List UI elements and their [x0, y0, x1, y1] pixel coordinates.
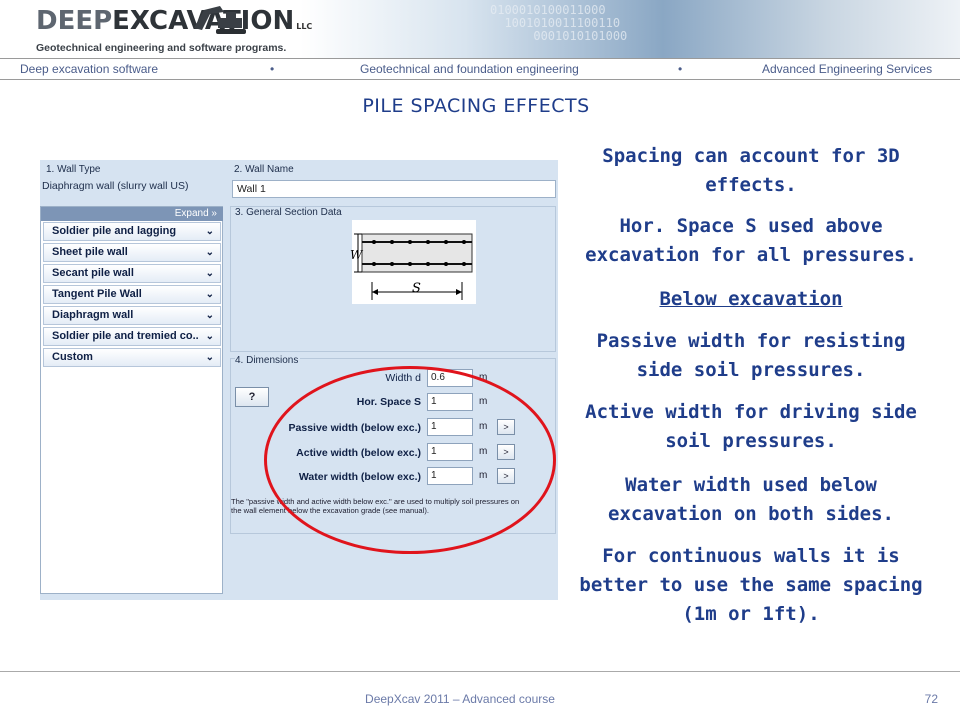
logo-llc-text: LLC	[296, 22, 313, 31]
nav-link-deep-excavation-software[interactable]: Deep excavation software	[20, 62, 158, 76]
wall-type-item[interactable]: Diaphragm wall ⌄	[43, 306, 221, 325]
logo-deep-text: DEEP	[36, 6, 113, 36]
text-below-excavation: Below excavation	[659, 288, 843, 310]
nav-link-geotechnical[interactable]: Geotechnical and foundation engineering	[360, 62, 579, 76]
diagram-label-s: S	[412, 281, 421, 296]
dimensions-header: 4. Dimensions	[235, 355, 301, 366]
text-water-width: Water width used below excavation on bot…	[608, 474, 894, 525]
help-button[interactable]: ?	[235, 387, 269, 407]
wall-type-value: Diaphragm wall (slurry wall US)	[42, 180, 189, 192]
nav-link-advanced-services[interactable]: Advanced Engineering Services	[762, 62, 932, 76]
diagram-label-w: W	[350, 248, 363, 262]
wall-type-list: Expand » Soldier pile and lagging ⌄ Sheet…	[40, 206, 223, 594]
text-spacing-3d: Spacing can account for 3D effects.	[602, 145, 900, 196]
chevron-down-icon: ⌄	[205, 331, 214, 342]
chevron-down-icon: ⌄	[205, 289, 214, 300]
slide-title: PILE SPACING EFFECTS	[362, 95, 590, 117]
wall-type-column: 1. Wall Type Diaphragm wall (slurry wall…	[40, 160, 224, 600]
chevron-down-icon: ⌄	[205, 268, 214, 279]
wall-type-item[interactable]: Custom ⌄	[43, 348, 221, 367]
text-hor-space: Hor. Space S used above excavation for a…	[585, 215, 917, 266]
footer-course: DeepXcav 2011 – Advanced course	[365, 692, 555, 706]
wall-type-label: Soldier pile and lagging	[52, 225, 177, 237]
wall-type-item[interactable]: Soldier pile and tremied co.. ⌄	[43, 327, 221, 346]
wall-type-label: Tangent Pile Wall	[52, 288, 142, 300]
slide: 0100010100011000 1001010011100110 000101…	[0, 0, 960, 720]
excavator-icon	[194, 6, 246, 34]
header-banner: 0100010100011000 1001010011100110 000101…	[300, 0, 960, 58]
wall-type-label: Diaphragm wall	[52, 309, 134, 321]
wall-type-label: Sheet pile wall	[52, 246, 128, 258]
company-logo[interactable]: DEEPEXCAVATIONLLC Geotechnical engineeri…	[36, 6, 312, 54]
nav-bar: Deep excavation software • Geotechnical …	[0, 58, 960, 80]
page-number: 72	[924, 692, 938, 706]
nav-separator: •	[270, 62, 275, 76]
wall-type-item[interactable]: Sheet pile wall ⌄	[43, 243, 221, 262]
binary-pattern: 0100010100011000 1001010011100110 000101…	[490, 3, 628, 43]
wall-type-label: Secant pile wall	[52, 267, 134, 279]
wall-type-item[interactable]: Secant pile wall ⌄	[43, 264, 221, 283]
footer-divider	[0, 671, 960, 672]
chevron-down-icon: ⌄	[205, 310, 214, 321]
wall-type-item[interactable]: Tangent Pile Wall ⌄	[43, 285, 221, 304]
wall-name-input[interactable]: Wall 1	[232, 180, 556, 198]
chevron-down-icon: ⌄	[205, 247, 214, 258]
chevron-down-icon: ⌄	[205, 226, 214, 237]
wall-type-item[interactable]: Soldier pile and lagging ⌄	[43, 222, 221, 241]
wall-name-header: 2. Wall Name	[234, 164, 294, 175]
nav-separator: •	[678, 62, 683, 76]
text-active-width: Active width for driving side soil press…	[585, 401, 917, 452]
text-continuous-walls: For continuous walls it is better to use…	[579, 545, 923, 625]
expand-button[interactable]: Expand »	[41, 207, 223, 221]
logo-tagline: Geotechnical engineering and software pr…	[36, 42, 287, 54]
wall-type-label: Soldier pile and tremied co..	[52, 330, 199, 342]
wall-type-label: Custom	[52, 351, 93, 363]
header: 0100010100011000 1001010011100110 000101…	[0, 0, 960, 58]
text-passive-width: Passive width for resisting side soil pr…	[596, 330, 906, 381]
chevron-down-icon: ⌄	[205, 352, 214, 363]
highlight-ellipse	[264, 366, 556, 554]
wall-type-header: 1. Wall Type	[46, 164, 101, 175]
general-section-header: 3. General Section Data	[235, 207, 342, 218]
